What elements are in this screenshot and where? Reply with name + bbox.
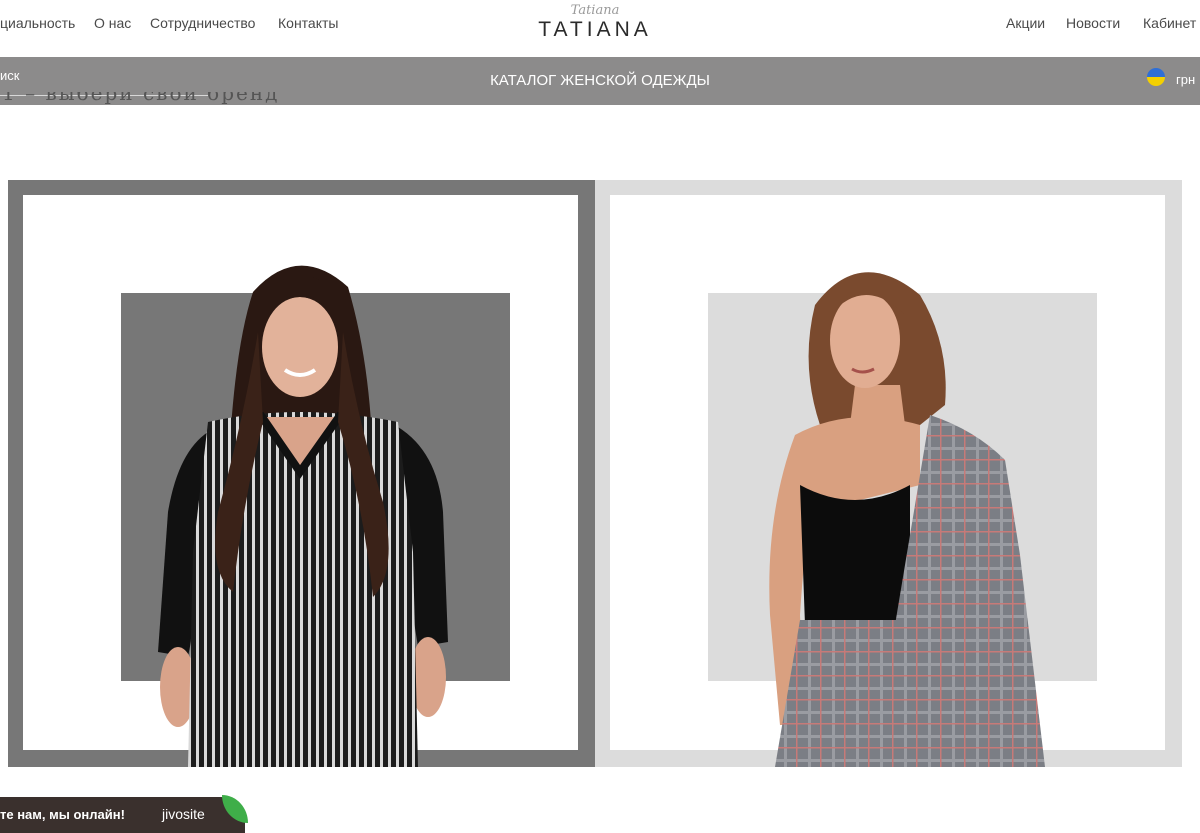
nav-link-news[interactable]: Новости xyxy=(1066,15,1120,31)
currency-selector[interactable]: грн xyxy=(1176,72,1195,87)
nav-link-confidentiality[interactable]: циальность xyxy=(0,15,75,31)
chat-widget-text: те нам, мы онлайн! xyxy=(0,807,125,822)
nav-link-promotions[interactable]: Акции xyxy=(1006,15,1045,31)
brand-model-1-image xyxy=(158,265,448,767)
chat-widget[interactable]: те нам, мы онлайн! jivosite xyxy=(0,795,248,833)
nav-link-contacts[interactable]: Контакты xyxy=(278,15,338,31)
leaf-icon xyxy=(222,795,248,823)
brand-card-2[interactable] xyxy=(595,180,1182,767)
brand-model-2-image xyxy=(769,272,1045,767)
catalog-title[interactable]: КАТАЛОГ ЖЕНСКОЙ ОДЕЖДЫ xyxy=(0,72,1200,89)
nav-link-cooperation[interactable]: Сотрудничество xyxy=(150,15,255,31)
step-heading: 1 – выбери свой бренд xyxy=(2,92,280,105)
brand-card-1[interactable] xyxy=(8,180,595,767)
logo-script: Tatiana xyxy=(570,3,620,18)
nav-link-cabinet[interactable]: Кабинет xyxy=(1143,15,1196,31)
logo-wordmark: TATIANA xyxy=(538,18,652,41)
ukraine-flag-icon[interactable] xyxy=(1147,68,1165,86)
jivosite-logo: jivosite xyxy=(162,806,205,822)
site-logo[interactable]: Tatiana TATIANA xyxy=(520,2,670,54)
top-navigation: циальность О нас Сотрудничество Контакты… xyxy=(0,0,1200,57)
nav-link-about[interactable]: О нас xyxy=(94,15,131,31)
